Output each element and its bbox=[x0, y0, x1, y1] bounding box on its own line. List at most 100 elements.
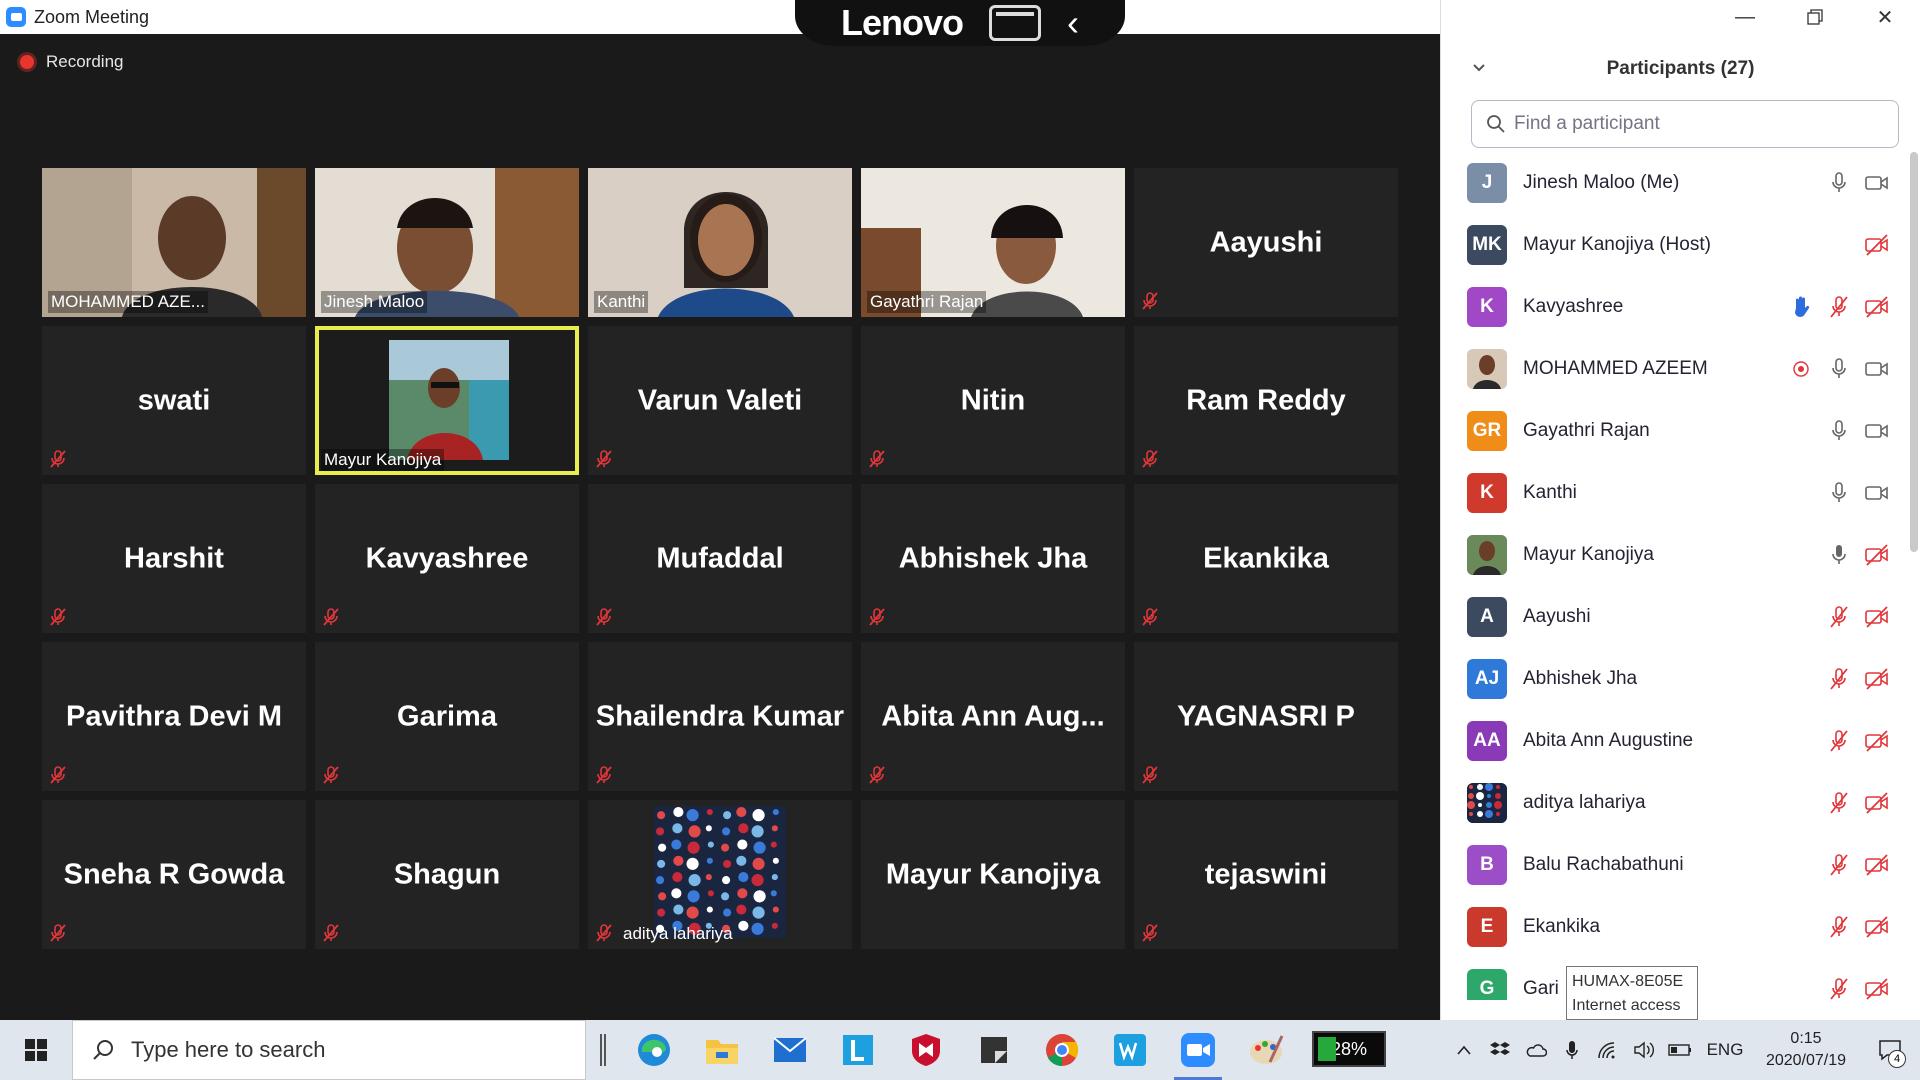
video-tile[interactable]: aditya lahariya bbox=[588, 800, 852, 949]
sticky-app[interactable] bbox=[960, 1020, 1028, 1080]
chevron-left-icon[interactable]: ‹ bbox=[1067, 5, 1079, 41]
video-tile[interactable]: Kanthi bbox=[588, 168, 852, 317]
chrome-app[interactable] bbox=[1028, 1020, 1096, 1080]
mic-tray[interactable] bbox=[1554, 1020, 1590, 1080]
video-tile[interactable]: Garima bbox=[315, 642, 579, 791]
video-tile[interactable]: Mufaddal bbox=[588, 484, 852, 633]
lenovo-overlay[interactable]: Lenovo ‹ bbox=[795, 0, 1125, 46]
chevron-down-icon[interactable] bbox=[1471, 60, 1487, 76]
participant-row[interactable]: MOHAMMED AZEEM bbox=[1441, 338, 1911, 400]
word-app[interactable] bbox=[1096, 1020, 1164, 1080]
video-tile[interactable]: tejaswini bbox=[1134, 800, 1398, 949]
video-tile[interactable]: Ekankika bbox=[1134, 484, 1398, 633]
tile-display-name: Shagun bbox=[393, 858, 501, 890]
microphone-icon bbox=[1827, 481, 1851, 505]
zoom-app[interactable] bbox=[1164, 1020, 1232, 1080]
participant-row[interactable]: MK Mayur Kanojiya (Host) bbox=[1441, 214, 1911, 276]
note-icon bbox=[981, 1037, 1007, 1063]
minimize-button[interactable]: — bbox=[1710, 0, 1780, 34]
panel-scrollbar[interactable] bbox=[1910, 152, 1918, 552]
muted-mic-icon bbox=[321, 607, 341, 627]
zoom-icon bbox=[1181, 1033, 1215, 1067]
participant-avatar: MK bbox=[1467, 225, 1507, 265]
participant-avatar bbox=[1467, 783, 1507, 823]
participant-row[interactable]: K Kavyashree bbox=[1441, 276, 1911, 338]
mail-app[interactable] bbox=[756, 1020, 824, 1080]
start-button[interactable] bbox=[0, 1020, 72, 1080]
participant-status-icons bbox=[1827, 772, 1889, 834]
video-tile[interactable]: Gayathri Rajan bbox=[861, 168, 1125, 317]
onedrive-tray[interactable] bbox=[1518, 1020, 1554, 1080]
video-tile[interactable]: Mayur Kanojiya bbox=[315, 326, 579, 475]
video-tile[interactable]: Abhishek Jha bbox=[861, 484, 1125, 633]
participant-row[interactable]: B Balu Rachabathuni bbox=[1441, 834, 1911, 896]
screen-icon[interactable] bbox=[989, 5, 1041, 41]
tile-display-name: YAGNASRI P bbox=[1177, 700, 1355, 732]
participant-row[interactable]: A Aayushi bbox=[1441, 586, 1911, 648]
participant-avatar: K bbox=[1467, 473, 1507, 513]
video-tile[interactable]: Jinesh Maloo bbox=[315, 168, 579, 317]
participant-name: aditya lahariya bbox=[1523, 792, 1646, 813]
battery-tray[interactable] bbox=[1662, 1020, 1698, 1080]
video-tile[interactable]: Ram Reddy bbox=[1134, 326, 1398, 475]
paint-app[interactable] bbox=[1232, 1020, 1300, 1080]
l-app[interactable] bbox=[824, 1020, 892, 1080]
participant-search[interactable] bbox=[1471, 100, 1899, 148]
system-clock[interactable]: 0:15 2020/07/19 bbox=[1752, 1028, 1860, 1072]
video-tile[interactable]: Nitin bbox=[861, 326, 1125, 475]
video-tile[interactable]: MOHAMMED AZE... bbox=[42, 168, 306, 317]
window-title: Zoom Meeting bbox=[34, 6, 150, 27]
edge-app[interactable] bbox=[620, 1020, 688, 1080]
participant-row[interactable]: AA Abita Ann Augustine bbox=[1441, 710, 1911, 772]
file-explorer-app[interactable] bbox=[688, 1020, 756, 1080]
participant-name: Gayathri Rajan bbox=[1523, 420, 1650, 441]
video-tile[interactable]: Abita Ann Aug... bbox=[861, 642, 1125, 791]
mcafee-app[interactable] bbox=[892, 1020, 960, 1080]
tile-display-name: Ram Reddy bbox=[1186, 384, 1346, 416]
participant-row[interactable]: K Kanthi bbox=[1441, 462, 1911, 524]
participant-row[interactable]: GR Gayathri Rajan bbox=[1441, 400, 1911, 462]
word-icon bbox=[1114, 1034, 1146, 1066]
participant-row[interactable]: E Ekankika bbox=[1441, 896, 1911, 958]
video-tile[interactable]: Sneha R Gowda bbox=[42, 800, 306, 949]
video-tile[interactable]: swati bbox=[42, 326, 306, 475]
participant-row[interactable]: J Jinesh Maloo (Me) bbox=[1441, 152, 1911, 214]
input-language[interactable]: ENG bbox=[1698, 1040, 1752, 1060]
muted-mic-icon bbox=[1827, 667, 1851, 691]
participant-name: Ekankika bbox=[1523, 916, 1601, 937]
video-tile[interactable]: Kavyashree bbox=[315, 484, 579, 633]
dropbox-tray[interactable] bbox=[1482, 1020, 1518, 1080]
tile-display-name: Shailendra Kumar bbox=[595, 700, 845, 732]
participant-row[interactable]: AJ Abhishek Jha bbox=[1441, 648, 1911, 710]
video-tile[interactable]: Shailendra Kumar bbox=[588, 642, 852, 791]
muted-mic-icon bbox=[594, 607, 614, 627]
video-tile[interactable]: Mayur Kanojiya bbox=[861, 800, 1125, 949]
muted-mic-icon bbox=[1827, 853, 1851, 877]
video-tile[interactable]: Varun Valeti bbox=[588, 326, 852, 475]
recording-indicator[interactable]: Recording bbox=[20, 52, 124, 72]
video-tile[interactable]: Shagun bbox=[315, 800, 579, 949]
taskbar-search[interactable]: Type here to search bbox=[72, 1020, 586, 1080]
close-button[interactable]: ✕ bbox=[1850, 0, 1920, 34]
participant-avatar bbox=[1467, 535, 1507, 575]
video-tile[interactable]: Aayushi bbox=[1134, 168, 1398, 317]
record-icon bbox=[1789, 357, 1813, 381]
show-hidden-icons[interactable] bbox=[1446, 1020, 1482, 1080]
wifi-tray[interactable] bbox=[1590, 1020, 1626, 1080]
task-view-divider[interactable] bbox=[586, 1020, 620, 1080]
video-tile[interactable]: YAGNASRI P bbox=[1134, 642, 1398, 791]
search-input[interactable] bbox=[1514, 113, 1874, 135]
action-center-button[interactable]: 4 bbox=[1860, 1020, 1920, 1080]
tile-name-label: aditya lahariya bbox=[623, 924, 733, 943]
tile-display-name: Mufaddal bbox=[656, 542, 784, 574]
clock-date: 2020/07/19 bbox=[1765, 1052, 1847, 1069]
participant-row[interactable]: Mayur Kanojiya bbox=[1441, 524, 1911, 586]
restore-button[interactable] bbox=[1780, 0, 1850, 34]
participant-row[interactable]: aditya lahariya bbox=[1441, 772, 1911, 834]
video-tile[interactable]: Pavithra Devi M bbox=[42, 642, 306, 791]
volume-tray[interactable] bbox=[1626, 1020, 1662, 1080]
battery-widget[interactable]: 28% bbox=[1312, 1031, 1386, 1067]
video-tile[interactable]: Harshit bbox=[42, 484, 306, 633]
participant-status-icons bbox=[1865, 214, 1889, 276]
palette-icon bbox=[1250, 1035, 1284, 1064]
